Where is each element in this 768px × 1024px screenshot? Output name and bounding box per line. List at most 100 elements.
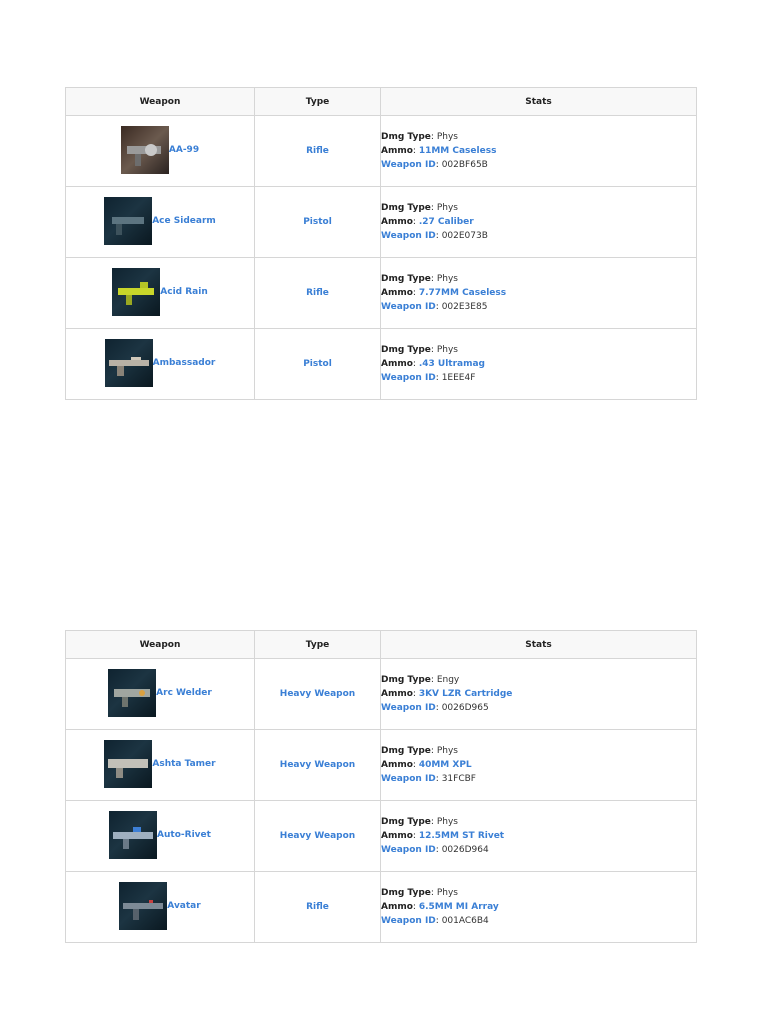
type-link[interactable]: Heavy Weapon (280, 689, 355, 699)
weapon-cell: Avatar (65, 871, 255, 943)
table-row: AA-99 Rifle Dmg Type: Phys Ammo: 11MM Ca… (65, 115, 697, 187)
dmg-type-value: Phys (436, 817, 458, 827)
weapon-link[interactable]: Arc Welder (156, 688, 212, 698)
dmg-type-value: Phys (436, 746, 458, 756)
dmg-type-value: Phys (436, 132, 458, 142)
weapon-id-value: 002BF65B (441, 160, 488, 170)
weapon-id-link[interactable]: Weapon ID (381, 845, 436, 855)
ammo-link[interactable]: 7.77MM Caseless (419, 288, 506, 298)
ammo-link[interactable]: 40MM XPL (419, 760, 472, 770)
table-row: Ambassador Pistol Dmg Type: Phys Ammo: .… (65, 328, 697, 400)
weapon-link[interactable]: AA-99 (169, 145, 199, 155)
table-row: Ace Sidearm Pistol Dmg Type: Phys Ammo: … (65, 186, 697, 258)
ammo-link[interactable]: 11MM Caseless (419, 146, 497, 156)
type-cell: Pistol (254, 328, 381, 400)
weapon-thumbnail[interactable] (104, 338, 153, 387)
type-cell: Heavy Weapon (254, 658, 381, 730)
dmg-type-label: Dmg Type (381, 746, 431, 756)
ammo-link[interactable]: 6.5MM MI Array (419, 902, 499, 912)
table-row: Auto-Rivet Heavy Weapon Dmg Type: Phys A… (65, 800, 697, 872)
weapon-id-link[interactable]: Weapon ID (381, 916, 436, 926)
weapon-id-value: 0026D965 (441, 703, 489, 713)
weapons-table-2: Weapon Type Stats Arc Welder Heavy Weapo… (65, 630, 697, 943)
table-row: Acid Rain Rifle Dmg Type: Phys Ammo: 7.7… (65, 257, 697, 329)
weapon-cell: Auto-Rivet (65, 800, 255, 872)
weapon-id-value: 31FCBF (441, 774, 476, 784)
header-type: Type (254, 87, 381, 116)
stats-cell: Dmg Type: Phys Ammo: 12.5MM ST Rivet Wea… (380, 800, 697, 872)
header-type: Type (254, 630, 381, 659)
stats-cell: Dmg Type: Phys Ammo: .43 Ultramag Weapon… (380, 328, 697, 400)
dmg-type-label: Dmg Type (381, 274, 431, 284)
table-row: Arc Welder Heavy Weapon Dmg Type: Engy A… (65, 658, 697, 730)
dmg-type-value: Engy (436, 675, 460, 685)
type-link[interactable]: Heavy Weapon (280, 831, 355, 841)
dmg-type-label: Dmg Type (381, 345, 431, 355)
ammo-label: Ammo (381, 217, 413, 227)
table-row: Ashta Tamer Heavy Weapon Dmg Type: Phys … (65, 729, 697, 801)
type-link[interactable]: Rifle (306, 288, 329, 298)
weapon-link[interactable]: Ace Sidearm (152, 216, 216, 226)
stats-cell: Dmg Type: Phys Ammo: 11MM Caseless Weapo… (380, 115, 697, 187)
weapon-cell: Ambassador (65, 328, 255, 400)
weapon-link[interactable]: Acid Rain (160, 287, 207, 297)
weapon-thumbnail[interactable] (109, 810, 158, 859)
ammo-label: Ammo (381, 359, 413, 369)
ammo-link[interactable]: 12.5MM ST Rivet (419, 831, 504, 841)
weapon-thumbnail[interactable] (120, 125, 169, 174)
weapon-cell: Acid Rain (65, 257, 255, 329)
dmg-type-label: Dmg Type (381, 888, 431, 898)
weapon-thumbnail[interactable] (104, 196, 153, 245)
type-cell: Pistol (254, 186, 381, 258)
weapon-id-link[interactable]: Weapon ID (381, 302, 436, 312)
table-header-row: Weapon Type Stats (65, 87, 697, 116)
type-link[interactable]: Pistol (303, 359, 332, 369)
ammo-label: Ammo (381, 831, 413, 841)
ammo-label: Ammo (381, 760, 413, 770)
ammo-label: Ammo (381, 146, 413, 156)
weapon-id-link[interactable]: Weapon ID (381, 373, 436, 383)
weapons-table-1: Weapon Type Stats AA-99 Rifle Dmg Type: … (65, 87, 697, 400)
dmg-type-value: Phys (436, 888, 458, 898)
weapon-link[interactable]: Ashta Tamer (152, 759, 215, 769)
weapon-link[interactable]: Ambassador (153, 358, 216, 368)
weapon-thumbnail[interactable] (119, 881, 168, 930)
ammo-label: Ammo (381, 689, 413, 699)
table-row: Avatar Rifle Dmg Type: Phys Ammo: 6.5MM … (65, 871, 697, 943)
header-stats: Stats (380, 630, 697, 659)
stats-cell: Dmg Type: Phys Ammo: 6.5MM MI Array Weap… (380, 871, 697, 943)
dmg-type-label: Dmg Type (381, 817, 431, 827)
type-link[interactable]: Rifle (306, 902, 329, 912)
type-link[interactable]: Heavy Weapon (280, 760, 355, 770)
dmg-type-label: Dmg Type (381, 203, 431, 213)
weapon-link[interactable]: Auto-Rivet (157, 830, 211, 840)
weapon-thumbnail[interactable] (104, 739, 153, 788)
type-cell: Rifle (254, 257, 381, 329)
weapon-id-value: 001AC6B4 (441, 916, 489, 926)
stats-cell: Dmg Type: Phys Ammo: 7.77MM Caseless Wea… (380, 257, 697, 329)
header-stats: Stats (380, 87, 697, 116)
stats-cell: Dmg Type: Phys Ammo: 40MM XPL Weapon ID:… (380, 729, 697, 801)
weapon-cell: Ashta Tamer (65, 729, 255, 801)
weapon-id-value: 002E073B (441, 231, 488, 241)
ammo-link[interactable]: 3KV LZR Cartridge (419, 689, 513, 699)
weapon-id-link[interactable]: Weapon ID (381, 160, 436, 170)
ammo-link[interactable]: .27 Caliber (419, 217, 474, 227)
weapon-link[interactable]: Avatar (167, 901, 200, 911)
weapon-thumbnail[interactable] (112, 267, 161, 316)
type-link[interactable]: Pistol (303, 217, 332, 227)
weapon-id-value: 0026D964 (441, 845, 489, 855)
ammo-link[interactable]: .43 Ultramag (419, 359, 485, 369)
stats-cell: Dmg Type: Phys Ammo: .27 Caliber Weapon … (380, 186, 697, 258)
weapon-id-value: 002E3E85 (441, 302, 488, 312)
type-cell: Rifle (254, 871, 381, 943)
weapon-thumbnail[interactable] (108, 668, 157, 717)
header-weapon: Weapon (65, 87, 255, 116)
type-link[interactable]: Rifle (306, 146, 329, 156)
weapon-id-link[interactable]: Weapon ID (381, 703, 436, 713)
ammo-label: Ammo (381, 288, 413, 298)
weapon-cell: Ace Sidearm (65, 186, 255, 258)
dmg-type-value: Phys (436, 274, 458, 284)
weapon-id-link[interactable]: Weapon ID (381, 774, 436, 784)
weapon-id-link[interactable]: Weapon ID (381, 231, 436, 241)
